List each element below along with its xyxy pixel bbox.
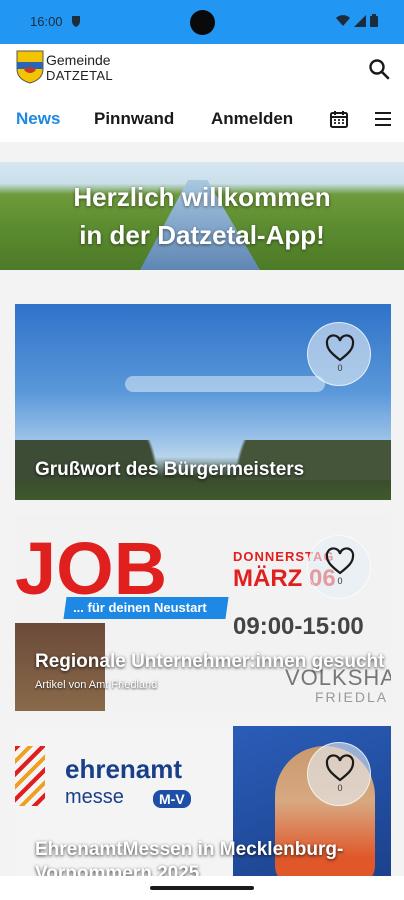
news-card-title: Grußwort des Bürgermeisters	[35, 459, 305, 480]
tab-news[interactable]: News	[16, 109, 60, 129]
card-photo-sky	[125, 376, 325, 392]
favorite-button[interactable]: 0	[307, 742, 371, 806]
ehrenamt-logo-badge: M-V	[153, 790, 191, 808]
news-card-unternehmer[interactable]: JOB ... für deinen Neustart DONNERSTAG M…	[15, 515, 391, 711]
ehrenamt-logo-line2: messe	[65, 786, 124, 808]
news-card-author: Artikel von Amt Friedland	[35, 679, 158, 691]
favorite-button[interactable]: 0	[307, 322, 371, 386]
heart-icon	[325, 754, 355, 782]
news-card-grusswort[interactable]: Grußwort des Bürgermeisters 0	[15, 304, 391, 500]
news-card-title: Regionale Unternehmer:innen gesucht	[35, 651, 385, 672]
brand-name-line1: Gemeinde	[46, 52, 111, 68]
heart-icon	[325, 547, 355, 575]
wifi-icon	[336, 14, 350, 26]
job-headline: JOB	[15, 527, 168, 610]
welcome-line2: in der Datzetal-App!	[79, 220, 325, 250]
job-hours: 09:00-15:00	[233, 613, 364, 640]
tab-anmelden[interactable]: Anmelden	[211, 109, 293, 129]
favorite-count: 0	[337, 783, 343, 793]
signal-icon	[354, 14, 366, 27]
gesture-navigation-bar	[0, 876, 404, 900]
job-strip: ... für deinen Neustart	[63, 597, 229, 619]
battery-icon	[370, 14, 378, 27]
camera-cutout	[190, 10, 215, 35]
brand-name-line2: DATZETAL	[46, 68, 113, 83]
main-navigation-tabs: News Pinnwand Anmelden	[0, 96, 404, 142]
home-indicator[interactable]	[150, 886, 254, 890]
status-bar: 16:00	[0, 0, 404, 44]
card-graphic-stripes	[15, 746, 45, 806]
status-time: 16:00	[30, 14, 63, 29]
system-icons	[336, 14, 378, 27]
app-header: Gemeinde DATZETAL	[0, 44, 404, 96]
news-card-ehrenamtmessen[interactable]: ehrenamt messe M-V EhrenamtMessen in Mec…	[15, 726, 391, 896]
news-feed: Herzlich willkommen in der Datzetal-App!…	[0, 142, 404, 900]
ehrenamt-logo-line1: ehrenamt	[65, 754, 183, 784]
tab-pinnwand[interactable]: Pinnwand	[94, 109, 174, 129]
job-strip-text: ... für deinen Neustart	[73, 600, 207, 615]
menu-icon[interactable]	[375, 111, 391, 127]
welcome-banner: Herzlich willkommen in der Datzetal-App!	[0, 162, 404, 270]
heart-icon	[325, 334, 355, 362]
welcome-line1: Herzlich willkommen	[73, 182, 331, 212]
calendar-icon[interactable]	[330, 110, 348, 128]
municipality-crest-logo	[16, 50, 44, 84]
job-venue-town: FRIEDLA	[315, 689, 389, 705]
favorite-button[interactable]: 0	[307, 535, 371, 599]
shield-icon	[72, 16, 80, 27]
search-icon[interactable]	[368, 58, 390, 80]
favorite-count: 0	[337, 363, 343, 373]
favorite-count: 0	[337, 576, 343, 586]
